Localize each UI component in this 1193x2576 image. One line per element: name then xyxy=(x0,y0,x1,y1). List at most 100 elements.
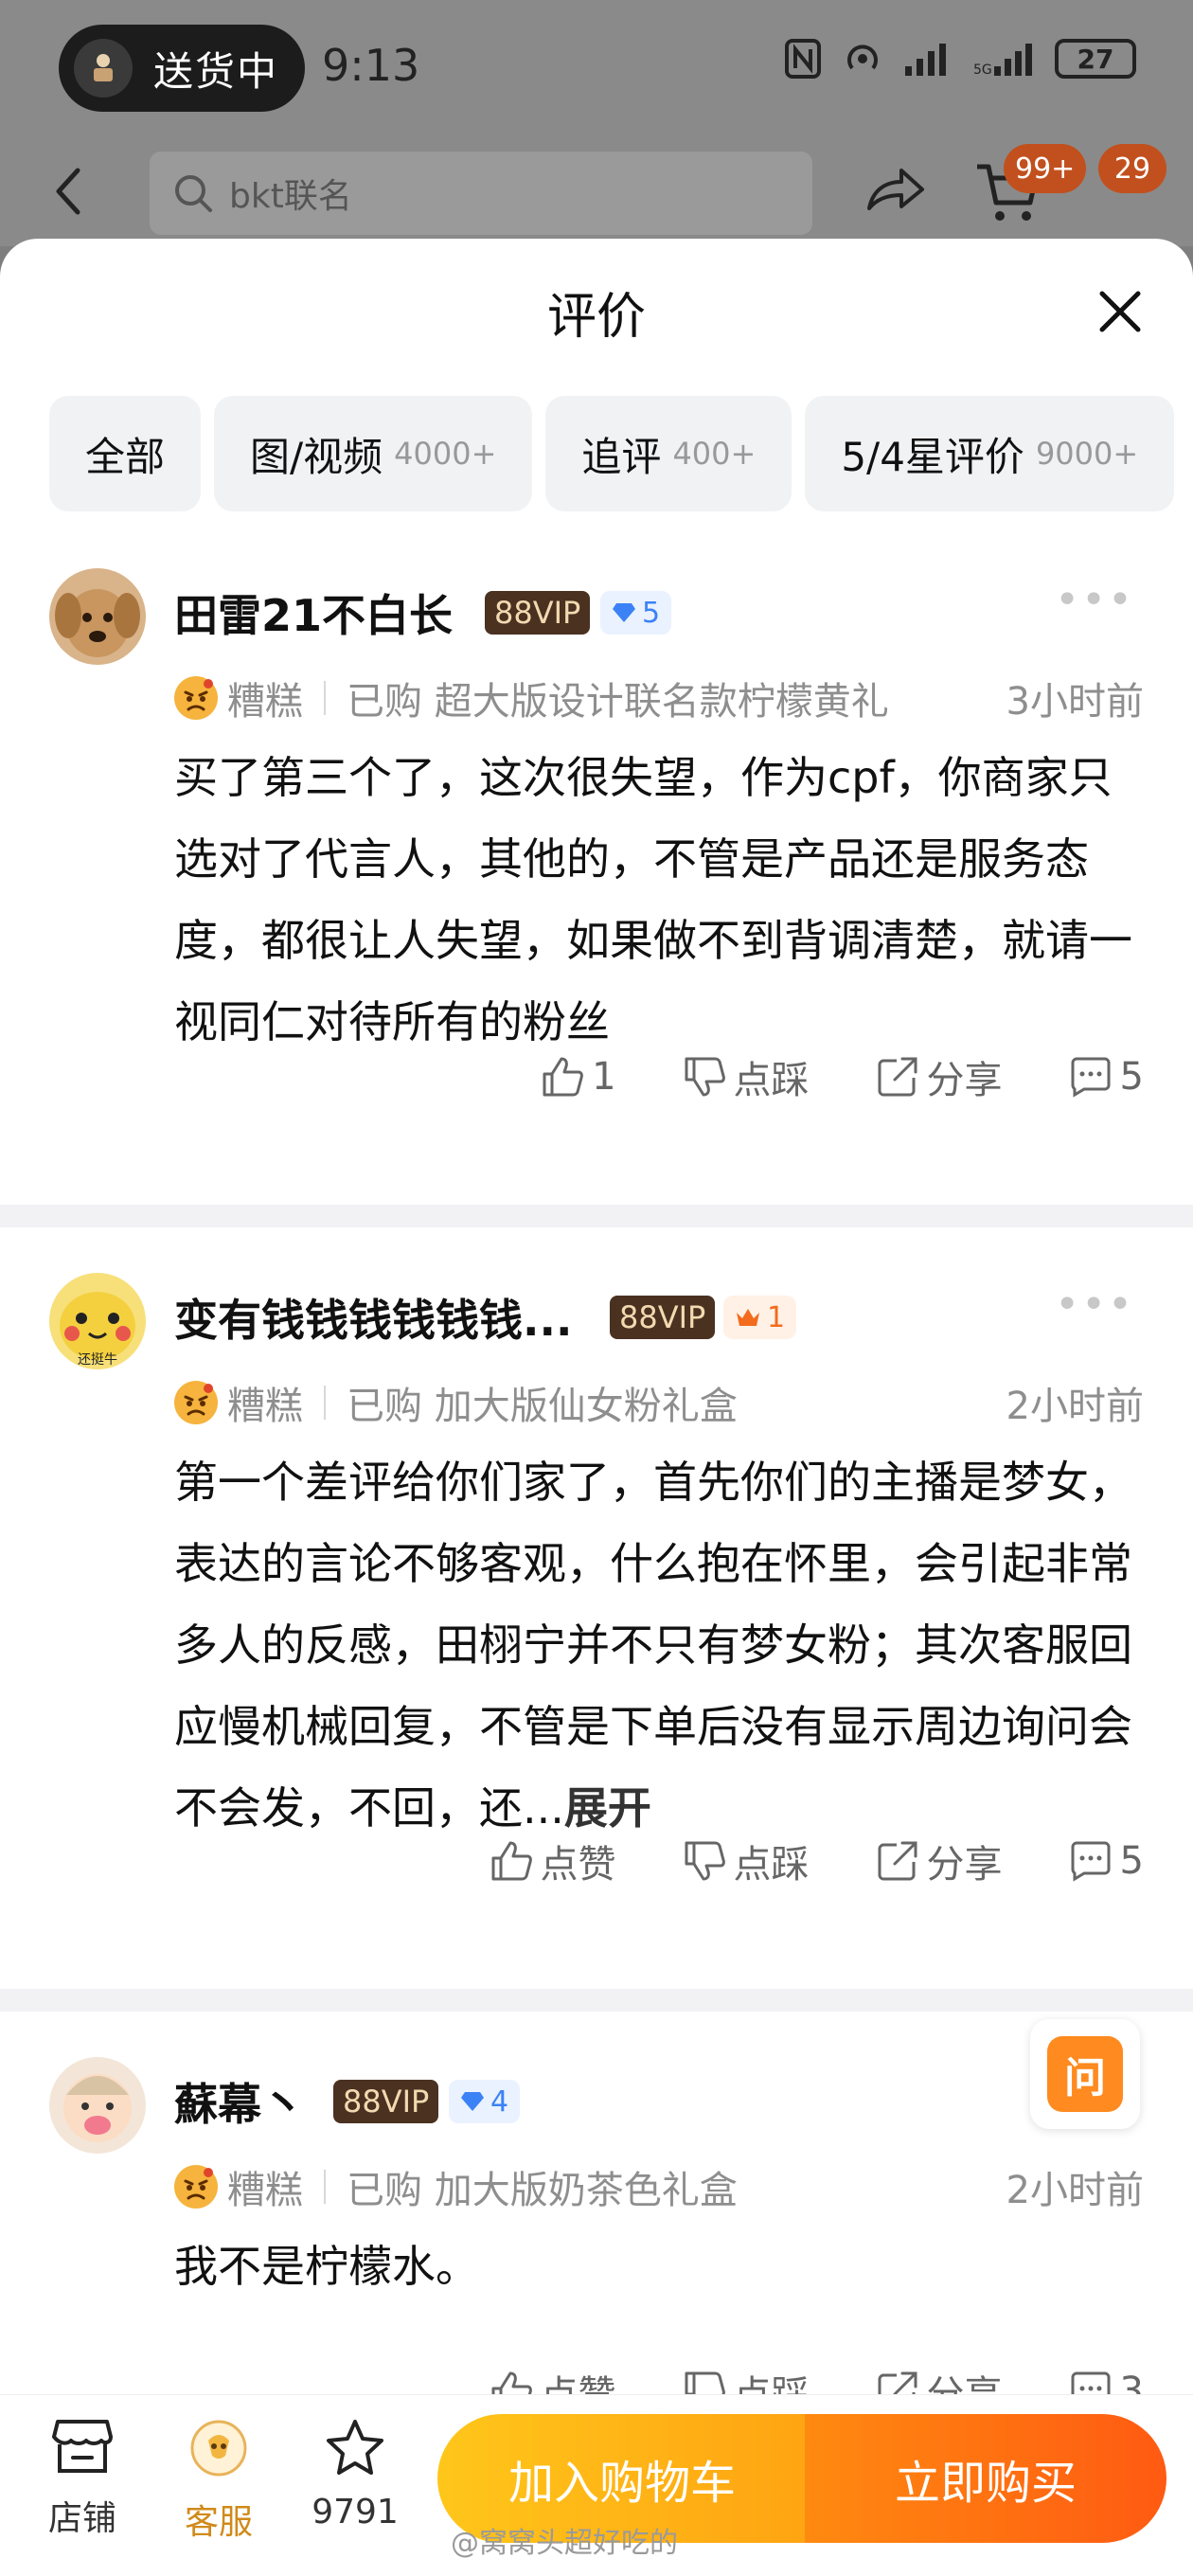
level-number: 1 xyxy=(767,1300,786,1334)
message-badge: 29 xyxy=(1098,144,1166,193)
vip-badge: 88VIP xyxy=(485,591,591,635)
share-icon[interactable] xyxy=(864,163,926,220)
review-time: 3小时前 xyxy=(1006,680,1144,724)
filter-label: 全部 xyxy=(85,433,166,480)
dislike-label: 点踩 xyxy=(733,1843,810,1887)
filter-tab-followup[interactable]: 追评 400+ xyxy=(545,396,792,511)
back-icon[interactable] xyxy=(49,163,87,224)
level-badge: 4 xyxy=(449,2080,521,2123)
filter-label: 图/视频 xyxy=(250,433,383,480)
purchase-info: 已购 加大版奶茶色礼盒 xyxy=(347,2169,738,2212)
review-time: 2小时前 xyxy=(1006,2169,1144,2212)
filter-tab-stars[interactable]: 5/4星评价 9000+ xyxy=(805,396,1175,511)
filter-label: 5/4星评价 xyxy=(841,433,1024,480)
like-label: 点赞 xyxy=(540,1843,616,1887)
diamond-icon xyxy=(461,2092,484,2111)
rating-label: 糟糕 xyxy=(227,2169,303,2212)
star-icon xyxy=(327,2420,383,2475)
nfc-icon xyxy=(785,39,821,79)
customer-service-button[interactable]: 客服 xyxy=(167,2418,271,2544)
ask-question-button[interactable]: 问 xyxy=(1030,2019,1140,2129)
share-button[interactable]: 分享 xyxy=(876,1049,1003,1104)
delivery-status-pill[interactable]: 送货中 xyxy=(59,25,305,112)
signal-icon-2: 5G xyxy=(973,44,1032,78)
level-number: 5 xyxy=(642,596,661,630)
comment-button[interactable]: 5 xyxy=(1069,1055,1144,1099)
review-text[interactable]: 第一个差评给你们家了，首先你们的主播是梦女，表达的言论不够客观，什么抱在怀里，会… xyxy=(174,1441,1149,1849)
filter-count: 4000+ xyxy=(394,436,497,472)
comment-button[interactable]: 5 xyxy=(1069,1839,1144,1883)
crown-icon xyxy=(737,1309,759,1326)
shop-icon xyxy=(52,2420,113,2473)
avatar[interactable]: 还挺牛 xyxy=(49,1273,146,1369)
diamond-icon xyxy=(613,603,635,622)
dislike-button[interactable]: 点踩 xyxy=(683,1049,810,1104)
comment-icon xyxy=(1071,1057,1111,1098)
thumbs-down-icon xyxy=(685,1057,725,1097)
thumbs-up-icon xyxy=(543,1057,583,1097)
favorite-button[interactable]: 9791 xyxy=(303,2418,407,2531)
search-icon xyxy=(175,175,212,212)
close-icon[interactable] xyxy=(1096,288,1144,339)
sheet-title: 评价 xyxy=(546,289,646,346)
hotspot-icon xyxy=(847,45,878,70)
shop-button[interactable]: 店铺 xyxy=(30,2418,134,2540)
username[interactable]: 田雷21不白长 xyxy=(174,581,453,644)
review-actions: 点赞 点踩 分享 5 xyxy=(423,1834,1144,1888)
clock: 9:13 xyxy=(322,40,420,91)
avatar[interactable] xyxy=(49,2057,146,2154)
vip-badge: 88VIP xyxy=(610,1296,716,1339)
product-navbar: bkt联名 99+ 29 xyxy=(0,142,1193,246)
share-out-icon xyxy=(878,1057,917,1097)
avatar-caption: 还挺牛 xyxy=(78,1352,117,1368)
shop-label: 店铺 xyxy=(47,2499,116,2538)
dislike-button[interactable]: 点踩 xyxy=(683,1834,810,1888)
review-text-content: 第一个差评给你们家了，首先你们的主播是梦女，表达的言论不够客观，什么抱在怀里，会… xyxy=(174,1457,1132,1834)
comment-count: 5 xyxy=(1119,1839,1144,1883)
buy-now-button[interactable]: 立即购买 xyxy=(805,2414,1166,2543)
meta-divider xyxy=(324,681,326,715)
share-label: 分享 xyxy=(926,1843,1003,1887)
angry-face-icon xyxy=(174,2165,218,2209)
angry-face-icon xyxy=(174,676,218,720)
share-button[interactable]: 分享 xyxy=(876,1834,1003,1888)
avatar[interactable] xyxy=(49,568,146,665)
filter-tab-media[interactable]: 图/视频 4000+ xyxy=(214,396,533,511)
filter-tab-all[interactable]: 全部 xyxy=(49,396,202,511)
review-text[interactable]: 买了第三个了，这次很失望，作为cpf，你商家只选对了代言人，其他的，不管是产品还… xyxy=(174,737,1149,1063)
filter-count: 9000+ xyxy=(1035,436,1139,472)
delivery-icon xyxy=(74,39,133,98)
status-bar: 送货中 9:13 5G 27 xyxy=(0,0,1193,142)
like-count: 1 xyxy=(592,1055,616,1099)
customer-service-icon xyxy=(190,2420,247,2477)
username[interactable]: 蘇幕丶 xyxy=(174,2070,305,2133)
meta-divider xyxy=(324,2170,326,2204)
filter-count: 400+ xyxy=(672,436,757,472)
search-input[interactable]: bkt联名 xyxy=(150,152,812,235)
more-options-icon[interactable]: ••• xyxy=(1055,576,1134,624)
rating-label: 糟糕 xyxy=(227,1385,303,1428)
review-time: 2小时前 xyxy=(1006,1385,1144,1428)
comment-count: 5 xyxy=(1119,1055,1144,1099)
expand-link[interactable]: 展开 xyxy=(564,1782,651,1834)
meta-divider xyxy=(324,1386,326,1420)
share-out-icon xyxy=(878,1841,917,1881)
search-placeholder: bkt联名 xyxy=(229,177,352,216)
filter-tabs: 全部 图/视频 4000+ 追评 400+ 5/4星评价 9000+ xyxy=(49,396,1175,511)
review-divider xyxy=(0,1205,1193,1227)
purchase-info: 已购 超大版设计联名款柠檬黄礼 xyxy=(347,680,889,724)
level-badge: 1 xyxy=(723,1296,797,1339)
battery-indicator: 27 xyxy=(1055,39,1136,79)
username[interactable]: 变有钱钱钱钱钱钱... xyxy=(174,1286,572,1349)
share-label: 分享 xyxy=(926,1059,1003,1102)
dislike-label: 点踩 xyxy=(733,1059,810,1102)
ask-label: 问 xyxy=(1047,2036,1123,2112)
review-text[interactable]: 我不是柠檬水。 xyxy=(174,2226,1149,2307)
level-badge: 5 xyxy=(600,591,672,635)
more-options-icon[interactable]: ••• xyxy=(1055,1280,1134,1329)
like-button[interactable]: 1 xyxy=(541,1055,616,1099)
like-button[interactable]: 点赞 xyxy=(490,1834,616,1888)
level-number: 4 xyxy=(490,2084,509,2119)
delivery-label: 送货中 xyxy=(153,47,279,95)
favorite-count: 9791 xyxy=(312,2493,399,2531)
